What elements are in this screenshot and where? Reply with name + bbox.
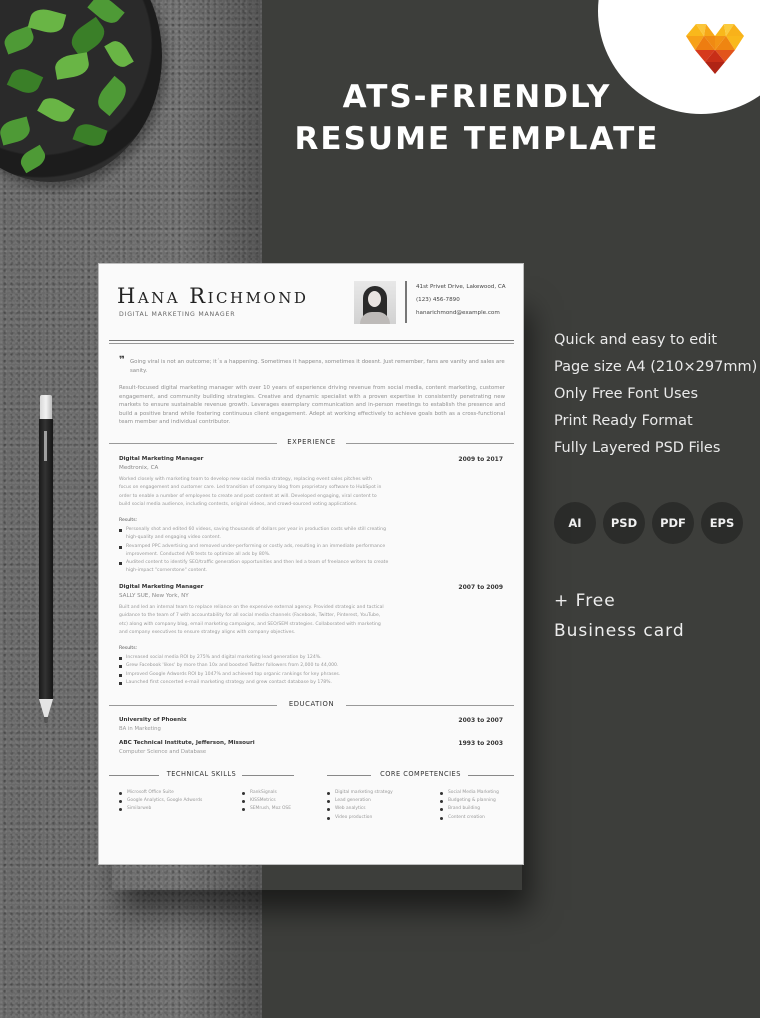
competency-item: Video production (327, 814, 393, 822)
education-dates: 1993 to 2003 (458, 740, 503, 747)
feature-item: Quick and easy to edit (554, 332, 718, 348)
contact-info: 41st Privet Drive, Lakewood, CA (123) 45… (416, 284, 506, 323)
results-label: Results: (119, 646, 138, 651)
section-title: EDUCATION (288, 700, 335, 708)
skill-item: KISSMetrics (242, 797, 291, 805)
file-format-badges: AI PSD PDF EPS (554, 502, 743, 544)
education-degree: Computer Science and Database (119, 749, 207, 755)
technical-skills-col-2: RankSignals KISSMetrics SEMrush, Moz OSE (242, 789, 291, 814)
job-company: Medtronix, CA (119, 465, 159, 471)
skill-item: Similarweb (119, 805, 202, 813)
results-list: Personally shot and edited 60 videos, sa… (119, 526, 389, 576)
section-rule (346, 443, 514, 444)
feature-item: Print Ready Format (554, 413, 693, 429)
contact-address: 41st Privet Drive, Lakewood, CA (416, 284, 506, 290)
result-item: Launched first concerted e-mail marketin… (119, 679, 389, 687)
section-rule (242, 775, 294, 776)
polygon-heart-icon[interactable] (686, 22, 744, 76)
section-header-core-competencies: CORE COMPETENCIES (327, 770, 514, 780)
core-competencies-col-2: Social Media Marketing Budgeting & plann… (440, 789, 499, 822)
competency-item: Lead generation (327, 797, 393, 805)
format-badge-eps: EPS (701, 502, 743, 544)
headline-line-2: RESUME TEMPLATE (294, 121, 660, 157)
competency-item: Content creation (440, 814, 499, 822)
result-item: Increased social media ROI by 275% and d… (119, 654, 389, 662)
core-competencies-col-1: Digital marketing strategy Lead generati… (327, 789, 393, 822)
competency-item: Digital marketing strategy (327, 789, 393, 797)
format-badge-ai: AI (554, 502, 596, 544)
header-double-rule (109, 340, 514, 344)
resume-name: Hana Richmond (117, 284, 309, 308)
contact-phone: (123) 456-7890 (416, 297, 460, 303)
education-degree: BA in Marketing (119, 726, 161, 732)
section-header-experience: EXPERIENCE (109, 438, 514, 448)
resume-summary: Result-focused digital marketing manager… (119, 385, 505, 425)
section-rule (468, 775, 514, 776)
feature-item: Fully Layered PSD Files (554, 440, 721, 456)
pencil-eraser (40, 395, 52, 419)
result-item: Revamped PPC advertising and removed und… (119, 543, 389, 560)
results-label: Results: (119, 518, 138, 523)
education-school: ABC Technical Institute, Jefferson, Miss… (119, 740, 255, 746)
section-title: CORE COMPETENCIES (380, 770, 461, 778)
result-item: Grew Facebook 'likes' by more than 10x a… (119, 662, 389, 670)
results-list: Increased social media ROI by 275% and d… (119, 654, 389, 688)
section-header-education: EDUCATION (109, 700, 514, 710)
section-title: TECHNICAL SKILLS (166, 770, 237, 778)
job-company: SALLY SUE, New York, NY (119, 593, 189, 599)
pencil-lead (44, 717, 48, 723)
competency-item: Web analytics (327, 805, 393, 813)
job-dates: 2009 to 2017 (458, 456, 503, 463)
section-title: EXPERIENCE (287, 438, 336, 446)
job-description: Built and led an internal team to replac… (119, 605, 384, 635)
headline: ATS-FRIENDLY RESUME TEMPLATE (262, 76, 692, 160)
competency-item: Social Media Marketing (440, 789, 499, 797)
result-item: Improved Google Adwords ROI by 1047% and… (119, 671, 389, 679)
header-divider (405, 281, 407, 323)
competency-item: Budgeting & planning (440, 797, 499, 805)
competency-item: Brand building (440, 805, 499, 813)
photo-shoulders (360, 312, 390, 324)
skill-item: Microsoft Office Suite (119, 789, 202, 797)
job-title: Digital Marketing Manager (119, 584, 204, 590)
job-title: Digital Marketing Manager (119, 456, 204, 462)
bonus-offer: + Free Business card (554, 586, 685, 646)
quote-icon: ❞ (119, 355, 125, 366)
technical-skills-col-1: Microsoft Office Suite Google Analytics,… (119, 789, 202, 814)
result-item: Audited content to identify SEO/traffic … (119, 559, 389, 576)
feature-item: Only Free Font Uses (554, 386, 699, 402)
photo-face (368, 291, 381, 307)
format-badge-pdf: PDF (652, 502, 694, 544)
resume-sheet: Hana Richmond DIGITAL MARKETING MANAGER … (98, 263, 524, 865)
headline-line-1: ATS-FRIENDLY (342, 79, 612, 115)
profile-photo (354, 281, 396, 324)
job-description: Worked closely with marketing team to de… (119, 477, 382, 507)
format-badge-psd: PSD (603, 502, 645, 544)
resume-quote: Going viral is not an outcome; it´s a ha… (130, 359, 505, 374)
result-item: Personally shot and edited 60 videos, sa… (119, 526, 389, 543)
skill-item: SEMrush, Moz OSE (242, 805, 291, 813)
education-dates: 2003 to 2007 (458, 717, 503, 724)
contact-email: hanarichmond@example.com (416, 310, 500, 316)
bonus-line-1: + Free (554, 591, 616, 611)
bonus-line-2: Business card (554, 621, 685, 641)
pencil-icon (39, 395, 53, 725)
pencil-brand-mark (44, 431, 47, 461)
education-school: University of Phoenix (119, 717, 187, 723)
feature-item: Page size A4 (210×297mm) (554, 359, 758, 375)
pencil-body (39, 419, 53, 699)
job-dates: 2007 to 2009 (458, 584, 503, 591)
section-header-technical-skills: TECHNICAL SKILLS (109, 770, 294, 780)
skill-item: RankSignals (242, 789, 291, 797)
section-rule (346, 705, 514, 706)
feature-list: Quick and easy to edit Page size A4 (210… (554, 330, 757, 465)
skill-item: Google Analytics, Google Adwords (119, 797, 202, 805)
resume-job-title: DIGITAL MARKETING MANAGER (119, 311, 236, 318)
